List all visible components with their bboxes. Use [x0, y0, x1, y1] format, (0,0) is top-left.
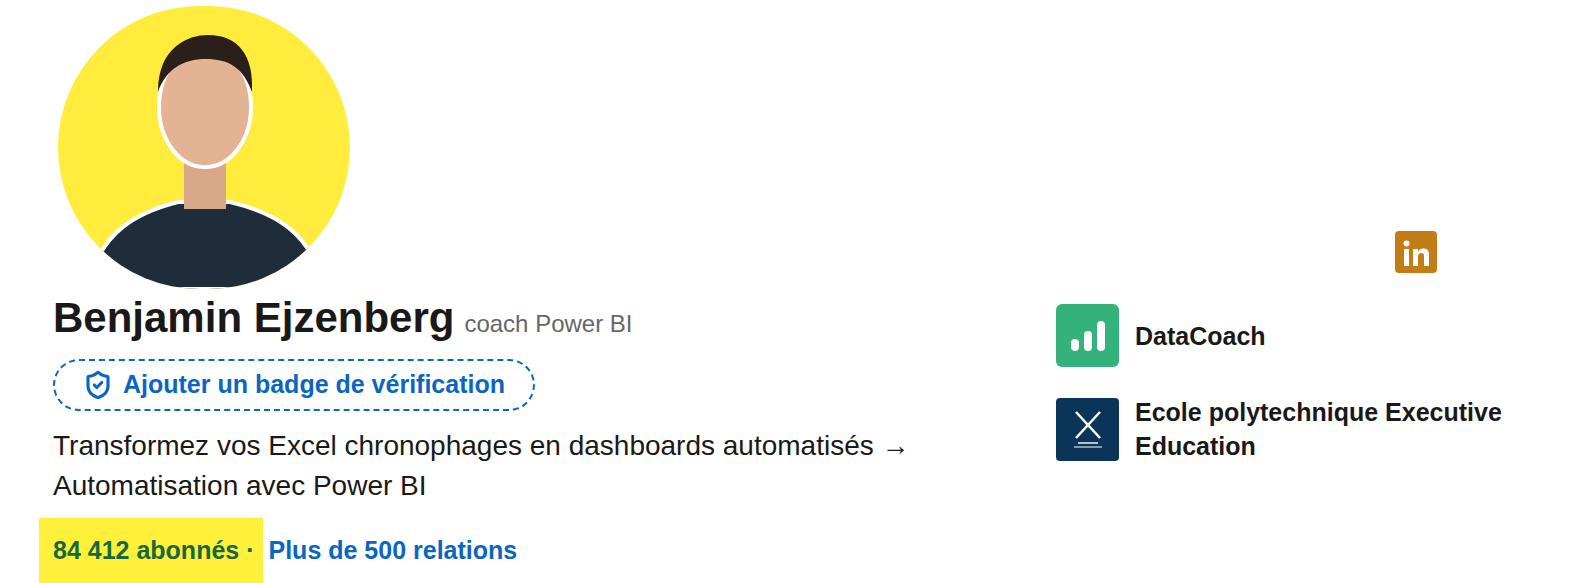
- organization-item[interactable]: Ecole polytechnique Executive Education: [1056, 395, 1565, 463]
- profile-header: Benjamin Ejzenberg coach Power BI Ajouter …: [0, 0, 1587, 583]
- profile-main: Benjamin Ejzenberg coach Power BI Ajouter …: [53, 0, 1056, 583]
- polytechnique-logo-icon: [1056, 398, 1119, 461]
- linkedin-icon[interactable]: [1395, 231, 1437, 273]
- profile-title: coach Power BI: [464, 306, 632, 342]
- followers-count[interactable]: 84 412 abonnés ·: [39, 518, 263, 583]
- profile-photo[interactable]: [58, 6, 350, 289]
- verification-button[interactable]: Ajouter un badge de vérification: [53, 359, 535, 411]
- profile-name: Benjamin Ejzenberg: [53, 293, 454, 343]
- stats-row: 84 412 abonnés ·Plus de 500 relations: [53, 518, 1056, 583]
- organization-name: DataCoach: [1135, 319, 1565, 353]
- datacoach-logo-icon: [1056, 304, 1119, 367]
- organization-item[interactable]: DataCoach: [1056, 304, 1565, 367]
- shield-check-icon: [83, 370, 113, 400]
- person-photo-icon: [58, 6, 350, 289]
- connections-link[interactable]: Plus de 500 relations: [269, 532, 518, 570]
- headline: Transformez vos Excel chronophages en da…: [53, 426, 1043, 506]
- organization-name: Ecole polytechnique Executive Education: [1135, 395, 1565, 463]
- profile-side: DataCoach Ecole polytechnique Executive E…: [1056, 0, 1565, 583]
- name-row: Benjamin Ejzenberg coach Power BI: [53, 293, 1056, 343]
